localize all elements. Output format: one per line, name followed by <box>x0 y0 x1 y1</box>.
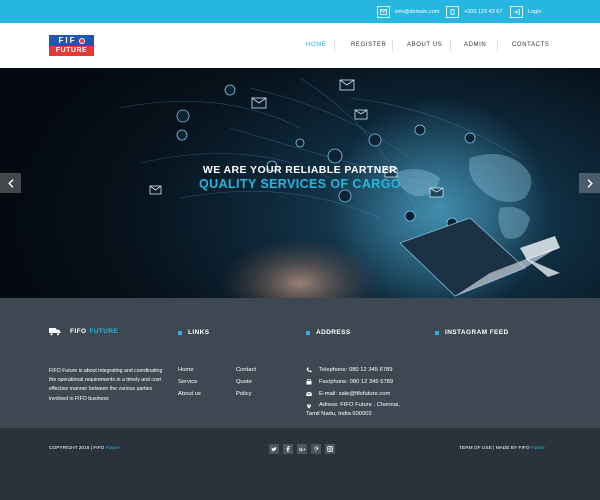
phone-icon <box>446 5 459 18</box>
copyright-text: COPYRIGHT 2016 | FIFO <box>49 446 105 451</box>
footer-brand-white: FIFO <box>70 328 87 335</box>
nav-divider <box>392 40 393 51</box>
nav-about-us[interactable]: ABOUT US <box>407 42 442 48</box>
nav-contacts[interactable]: CONTACTS <box>512 42 549 48</box>
chevron-right-icon <box>587 178 593 188</box>
footer-telephone-text: Telephone: 080 12 345 6789 <box>319 367 393 373</box>
instagram-heading-text: INSTAGRAM FEED <box>445 329 509 336</box>
logo[interactable]: FIF FUTURE <box>49 35 94 56</box>
truck-icon <box>49 328 61 336</box>
square-bullet-icon <box>306 330 310 335</box>
topbar-phone[interactable]: +000 123 43 67 <box>446 5 502 18</box>
logo-top-text: FIF <box>58 36 77 45</box>
terms-made-by: TERM OF USE | MADE BY FIFO Future <box>459 446 545 451</box>
nav-divider <box>450 40 451 51</box>
slider-next-button[interactable] <box>579 173 600 193</box>
bottom-bar: COPYRIGHT 2016 | FIFO Future TERM OF USE… <box>0 428 600 500</box>
footer-address-line2: Tamil Nadu, India 600002 <box>306 411 372 417</box>
login-icon <box>510 5 523 18</box>
copyright: COPYRIGHT 2016 | FIFO Future <box>49 446 120 451</box>
footer-brand-blue: FUTURE <box>89 328 119 335</box>
nav-home[interactable]: HOME <box>306 42 326 48</box>
nav-divider <box>334 40 335 51</box>
copyright-highlight: Future <box>105 446 120 451</box>
footer-address-line1: Adress: FIFO Future . Chennai, <box>319 402 400 408</box>
footer-about-text: FIFO Future is about integrating and coo… <box>49 368 163 402</box>
footer-link-about-us[interactable]: About us <box>178 391 201 397</box>
mail-icon <box>306 391 312 396</box>
footer-address: Adress: FIFO Future . Chennai, Tamil Nad… <box>306 401 400 419</box>
square-bullet-icon <box>178 330 182 335</box>
login-link[interactable]: Login <box>510 5 541 18</box>
nav-divider <box>497 40 498 51</box>
logo-top: FIF <box>49 35 94 46</box>
topbar-email-text[interactable]: info@domain.com <box>395 9 439 15</box>
phone-icon <box>306 367 312 373</box>
chevron-left-icon <box>7 178 13 188</box>
address-heading-text: ADDRESS <box>316 329 351 336</box>
footer-address-lines: Adress: FIFO Future . Chennai, Tamil Nad… <box>306 401 400 419</box>
slider-prev-button[interactable] <box>0 173 21 193</box>
footer-link-home[interactable]: Home <box>178 367 193 373</box>
terms-text[interactable]: TERM OF USE | MADE BY FIFO <box>459 446 529 451</box>
footer-fax-text: Fax/phone: 080 12 345 6789 <box>319 379 394 385</box>
footer-link-service[interactable]: Service <box>178 379 197 385</box>
address-heading: ADDRESS <box>306 329 351 336</box>
social-links <box>269 444 335 454</box>
footer-link-policy[interactable]: Policy <box>236 391 251 397</box>
footer-email-text[interactable]: E-mail: sale@fifofuture.com <box>319 391 390 397</box>
hero-headline: WE ARE YOUR RELIABLE PARTNER <box>202 164 398 176</box>
nav-register[interactable]: REGISTER <box>351 42 386 48</box>
footer-email[interactable]: E-mail: sale@fifofuture.com <box>306 391 390 397</box>
hero-subheadline: QUALITY SERVICES OF CARGO <box>199 177 401 191</box>
square-bullet-icon <box>435 330 439 335</box>
header: FIF FUTURE HOME REGISTER ABOUT US ADMIN … <box>0 23 600 68</box>
google-plus-icon[interactable] <box>297 444 307 454</box>
facebook-icon[interactable] <box>283 444 293 454</box>
logo-dot-icon <box>78 37 85 44</box>
mail-icon <box>377 5 390 18</box>
fax-icon <box>306 379 312 385</box>
top-bar: info@domain.com +000 123 43 67 Login <box>0 0 600 23</box>
links-heading-text: LINKS <box>188 329 210 336</box>
instagram-icon[interactable] <box>325 444 335 454</box>
pinterest-icon[interactable] <box>311 444 321 454</box>
twitter-icon[interactable] <box>269 444 279 454</box>
terms-highlight: Future <box>530 446 545 451</box>
footer-link-quote[interactable]: Quote <box>236 379 252 385</box>
footer: FIFO FUTURE FIFO Future is about integra… <box>0 298 600 428</box>
footer-telephone: Telephone: 080 12 345 6789 <box>306 367 393 373</box>
instagram-heading: INSTAGRAM FEED <box>435 329 509 336</box>
nav-admin[interactable]: ADMIN <box>464 42 486 48</box>
links-heading: LINKS <box>178 329 210 336</box>
map-pin-icon <box>307 404 311 409</box>
logo-bottom-text: FUTURE <box>49 46 94 56</box>
login-text[interactable]: Login <box>528 9 541 15</box>
footer-link-contact[interactable]: Contact <box>236 367 256 373</box>
hero-slider: WE ARE YOUR RELIABLE PARTNER QUALITY SER… <box>0 68 600 298</box>
footer-fax: Fax/phone: 080 12 345 6789 <box>306 379 393 385</box>
topbar-phone-text[interactable]: +000 123 43 67 <box>464 9 502 15</box>
footer-brand: FIFO FUTURE <box>49 327 118 336</box>
topbar-email[interactable]: info@domain.com <box>377 5 439 18</box>
